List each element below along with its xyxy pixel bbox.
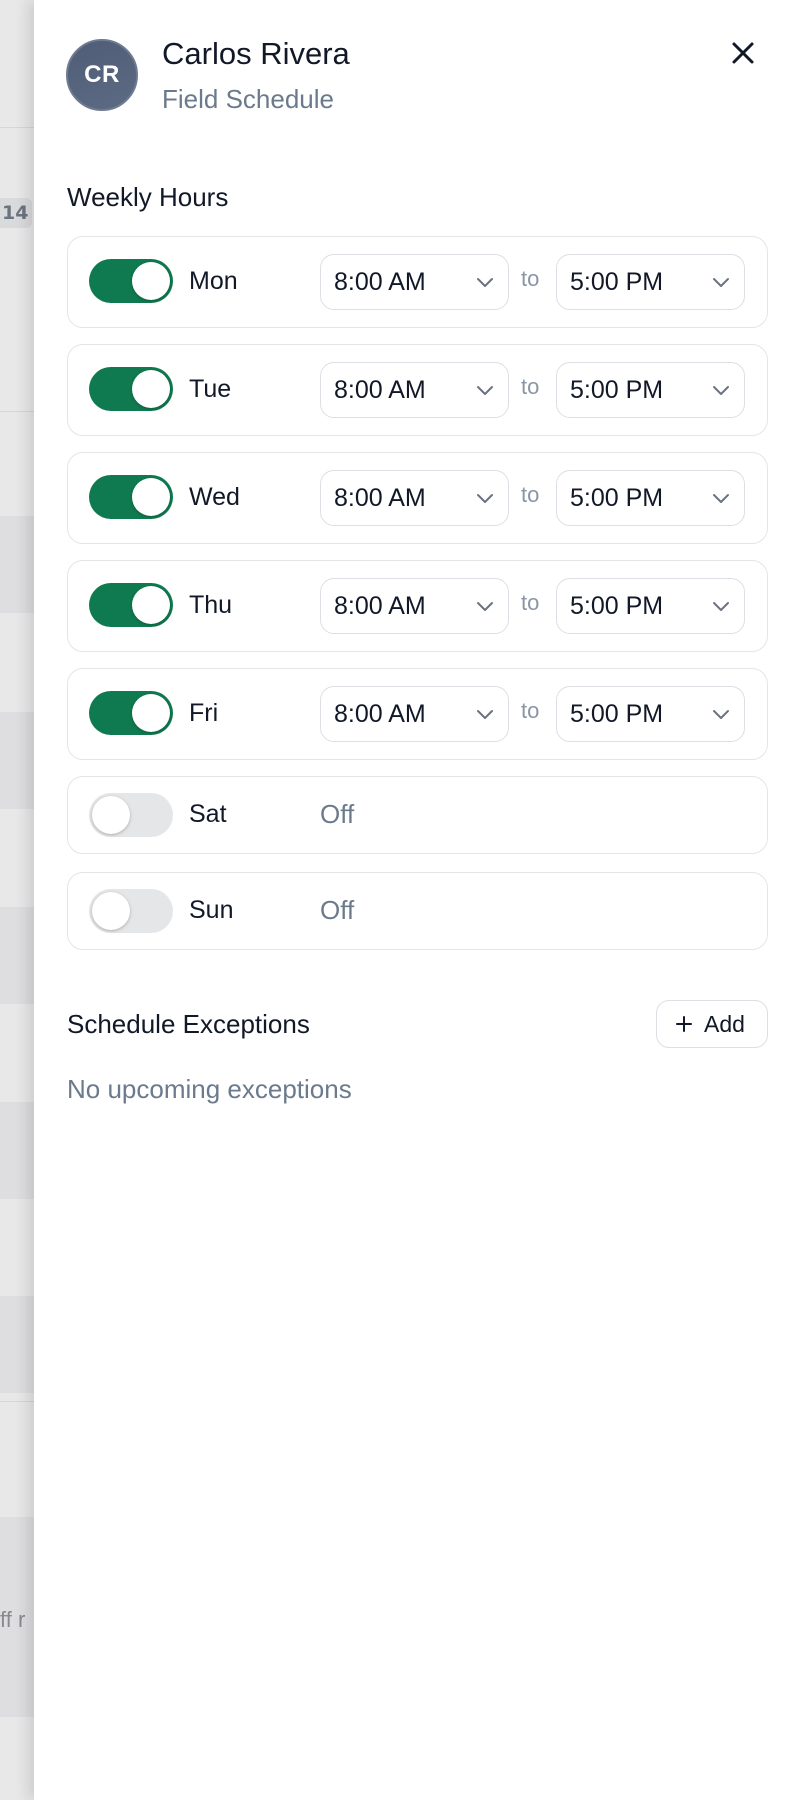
toggle-knob [132,370,170,408]
day-toggle-thu[interactable] [89,583,173,627]
day-row-thu: Thu 8:00 AM to 5:00 PM [67,560,768,652]
background-divider [0,127,34,128]
background-date-badge: 14 [0,198,32,228]
off-status: Off [320,895,355,925]
start-time-value: 8:00 AM [334,268,426,296]
schedule-exceptions-title: Schedule Exceptions [67,1009,310,1039]
employee-name: Carlos Rivera [162,36,350,71]
day-toggle-wed[interactable] [89,475,173,519]
end-time-select-mon[interactable]: 5:00 PM [556,254,745,310]
day-label: Tue [189,375,232,403]
start-time-select-fri[interactable]: 8:00 AM [320,686,509,742]
chevron-down-icon [477,494,493,503]
day-toggle-mon[interactable] [89,259,173,303]
day-row-sun: Sun Off [67,872,768,950]
avatar: CR [66,39,138,111]
chevron-down-icon [713,710,729,719]
background-event-block [0,516,34,613]
day-label: Wed [189,483,240,511]
day-row-wed: Wed 8:00 AM to 5:00 PM [67,452,768,544]
start-time-select-thu[interactable]: 8:00 AM [320,578,509,634]
background-partial-text: ff r [0,1607,26,1632]
chevron-down-icon [477,602,493,611]
add-exception-label: Add [704,1011,745,1037]
start-time-value: 8:00 AM [334,700,426,728]
chevron-down-icon [713,602,729,611]
to-label: to [521,590,540,615]
toggle-knob [132,262,170,300]
toggle-knob [92,892,130,930]
day-label: Sun [189,896,234,924]
start-time-value: 8:00 AM [334,592,426,620]
toggle-knob [132,478,170,516]
to-label: to [521,374,540,399]
start-time-select-tue[interactable]: 8:00 AM [320,362,509,418]
day-label: Mon [189,267,238,295]
to-label: to [521,482,540,507]
start-time-select-mon[interactable]: 8:00 AM [320,254,509,310]
day-toggle-sat[interactable] [89,793,173,837]
toggle-knob [92,796,130,834]
end-time-value: 5:00 PM [570,268,664,296]
background-event-block [0,1296,34,1393]
chevron-down-icon [713,494,729,503]
day-toggle-tue[interactable] [89,367,173,411]
end-time-select-wed[interactable]: 5:00 PM [556,470,745,526]
chevron-down-icon [477,278,493,287]
day-row-tue: Tue 8:00 AM to 5:00 PM [67,344,768,436]
end-time-value: 5:00 PM [570,700,664,728]
to-label: to [521,266,540,291]
start-time-value: 8:00 AM [334,376,426,404]
end-time-select-fri[interactable]: 5:00 PM [556,686,745,742]
background-divider [0,1401,34,1402]
chevron-down-icon [713,278,729,287]
start-time-select-wed[interactable]: 8:00 AM [320,470,509,526]
day-toggle-sun[interactable] [89,889,173,933]
day-row-mon: Mon 8:00 AM to 5:00 PM [67,236,768,328]
end-time-select-thu[interactable]: 5:00 PM [556,578,745,634]
day-row-fri: Fri 8:00 AM to 5:00 PM [67,668,768,760]
weekly-hours-title: Weekly Hours [67,182,229,212]
off-status: Off [320,799,355,829]
background-divider [0,411,34,412]
drawer-header: CR Carlos Rivera Field Schedule [34,0,800,130]
day-toggle-fri[interactable] [89,691,173,735]
start-time-value: 8:00 AM [334,484,426,512]
end-time-select-tue[interactable]: 5:00 PM [556,362,745,418]
toggle-knob [132,694,170,732]
chevron-down-icon [477,386,493,395]
add-exception-button[interactable]: Add [656,1000,768,1048]
close-button[interactable] [724,34,762,72]
day-row-sat: Sat Off [67,776,768,854]
background-event-block [0,1102,34,1199]
day-label: Thu [189,591,233,619]
background-event-block [0,907,34,1004]
exceptions-empty-state: No upcoming exceptions [67,1074,352,1104]
day-label: Fri [189,699,219,727]
end-time-value: 5:00 PM [570,484,664,512]
schedule-drawer: CR Carlos Rivera Field Schedule Weekly H… [34,0,800,1800]
plus-icon [676,1016,692,1032]
close-icon [732,42,754,64]
end-time-value: 5:00 PM [570,592,664,620]
drawer-subtitle: Field Schedule [162,84,334,114]
chevron-down-icon [477,710,493,719]
background-event-block [0,712,34,809]
toggle-knob [132,586,170,624]
day-label: Sat [189,800,227,828]
end-time-value: 5:00 PM [570,376,664,404]
chevron-down-icon [713,386,729,395]
to-label: to [521,698,540,723]
